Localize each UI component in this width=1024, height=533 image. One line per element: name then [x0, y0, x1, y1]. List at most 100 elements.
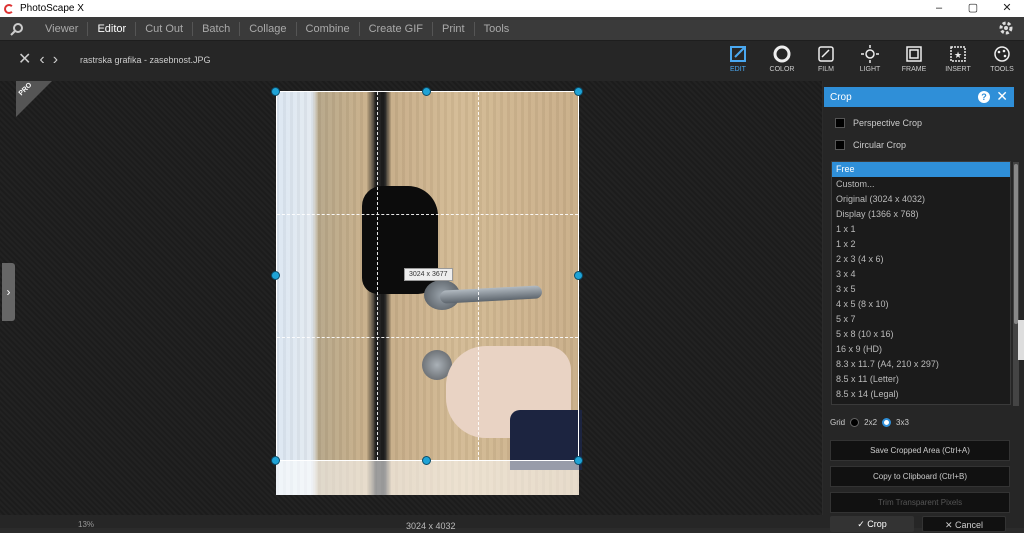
prev-arrow-icon[interactable]: ‹ — [39, 52, 44, 68]
crop-handle-left[interactable] — [271, 271, 280, 280]
status-bar: 13% 3024 x 4032 — [0, 515, 823, 531]
crop-grid-line — [478, 92, 479, 460]
close-icon[interactable]: ✕ — [18, 52, 31, 68]
tool-color[interactable]: COLOR — [760, 43, 804, 79]
crop-ratio-list[interactable]: Free Custom... Original (3024 x 4032) Di… — [831, 161, 1019, 406]
crop-grid-line — [277, 337, 578, 338]
menu-batch[interactable]: Batch — [192, 21, 239, 36]
crop-handle-bottom-right[interactable] — [574, 456, 583, 465]
tool-light[interactable]: LIGHT — [848, 43, 892, 79]
ratio-item[interactable]: 16 x 9 (HD) — [832, 342, 1010, 357]
ratio-item[interactable]: 5 x 8 (10 x 16) — [832, 327, 1010, 342]
checkbox-box — [835, 140, 845, 150]
edit-icon — [730, 46, 746, 62]
grid-2x2-radio[interactable] — [850, 418, 860, 427]
grid-2x2-label: 2x2 — [864, 418, 878, 427]
ratio-item[interactable]: 1 x 1 — [832, 222, 1010, 237]
ratio-item[interactable]: Original (3024 x 4032) — [832, 192, 1010, 207]
menu-collage[interactable]: Collage — [239, 21, 295, 36]
color-icon — [773, 45, 791, 63]
ratio-item[interactable]: 3 x 5 — [832, 282, 1010, 297]
ratio-item[interactable]: 8.5 x 11 (Letter) — [832, 372, 1010, 387]
tool-frame-label: FRAME — [901, 66, 927, 73]
grid-3x3-label: 3x3 — [896, 418, 909, 427]
film-icon — [818, 46, 834, 62]
ratio-item[interactable]: Custom... — [832, 177, 1010, 192]
crop-handle-right[interactable] — [574, 271, 583, 280]
ratio-item[interactable]: 2 x 3 (4 x 6) — [832, 252, 1010, 267]
crop-cancel-button[interactable]: ✕ Cancel — [922, 516, 1006, 532]
ratio-item[interactable]: 5 x 7 — [832, 312, 1010, 327]
pro-badge — [16, 81, 52, 117]
tool-tools[interactable]: TOOLS — [980, 43, 1024, 79]
close-panel-icon[interactable]: ✕ — [996, 88, 1008, 105]
grid-label: Grid — [830, 418, 846, 427]
tool-film[interactable]: FILM — [804, 43, 848, 79]
ratio-list-scrollbar[interactable] — [1013, 162, 1019, 406]
crop-grid-line — [377, 92, 378, 460]
tool-insert-label: INSERT — [945, 66, 971, 73]
menu-cut-out[interactable]: Cut Out — [135, 21, 192, 36]
tool-insert[interactable]: ★ INSERT — [936, 43, 980, 79]
tool-edit[interactable]: EDIT — [716, 43, 760, 79]
ratio-item[interactable]: 3 x 4 — [832, 267, 1010, 282]
tools-icon — [994, 46, 1010, 62]
circular-crop-checkbox[interactable]: Circular Crop — [835, 140, 906, 150]
help-icon[interactable]: ? — [978, 91, 990, 103]
scrollbar-thumb[interactable] — [1014, 164, 1018, 324]
ratio-item[interactable]: 8.5 x 14 (Legal) — [832, 387, 1010, 402]
minimize-button[interactable]: – — [922, 0, 956, 17]
file-name: rastrska grafika - zasebnost.JPG — [80, 55, 211, 65]
restore-button[interactable]: ▢ — [956, 0, 990, 17]
copy-to-clipboard-button[interactable]: Copy to Clipboard (Ctrl+B) — [830, 466, 1010, 487]
menu-print[interactable]: Print — [431, 21, 474, 36]
crop-apply-button[interactable]: ✓ Crop — [830, 516, 914, 532]
tool-edit-label: EDIT — [730, 66, 746, 73]
tool-light-label: LIGHT — [859, 66, 881, 73]
perspective-crop-checkbox[interactable]: Perspective Crop — [835, 118, 922, 128]
frame-icon — [906, 46, 922, 62]
ratio-item-free[interactable]: Free — [832, 162, 1010, 177]
tool-frame[interactable]: FRAME — [892, 43, 936, 79]
settings-gear-icon[interactable] — [998, 20, 1014, 39]
light-icon — [861, 45, 879, 63]
menu-create-gif[interactable]: Create GIF — [358, 21, 432, 36]
menu-tools[interactable]: Tools — [473, 21, 519, 36]
save-cropped-area-button[interactable]: Save Cropped Area (Ctrl+A) — [830, 440, 1010, 461]
circular-crop-label: Circular Crop — [853, 140, 907, 150]
grid-options: Grid 2x2 3x3 — [830, 418, 909, 427]
menu-viewer[interactable]: Viewer — [36, 22, 87, 36]
image-dimensions: 3024 x 4032 — [406, 521, 456, 531]
crop-handle-top[interactable] — [422, 87, 431, 96]
ratio-item[interactable]: 8.3 x 11.7 (A4, 210 x 297) — [832, 357, 1010, 372]
crop-handle-bottom[interactable] — [422, 456, 431, 465]
next-arrow-icon[interactable]: › — [53, 52, 58, 68]
ratio-item[interactable]: 4 x 5 (8 x 10) — [832, 297, 1010, 312]
insert-icon: ★ — [950, 46, 966, 62]
window-edge-scrollbar[interactable] — [1018, 320, 1024, 360]
close-window-button[interactable]: ✕ — [990, 0, 1024, 17]
crop-handle-top-right[interactable] — [574, 87, 583, 96]
app-logo-icon — [4, 3, 14, 14]
crop-handle-bottom-left[interactable] — [271, 456, 280, 465]
svg-text:★: ★ — [954, 51, 962, 61]
trim-transparent-pixels-button[interactable]: Trim Transparent Pixels — [830, 492, 1010, 513]
main-menu: Viewer Editor Cut Out Batch Collage Comb… — [0, 17, 1024, 41]
crop-handle-top-left[interactable] — [271, 87, 280, 96]
title-bar: PhotoScape X – ▢ ✕ — [0, 0, 1024, 17]
crop-panel: Crop ? ✕ Perspective Crop Circular Crop … — [823, 81, 1024, 528]
ratio-item[interactable]: Display (1366 x 768) — [832, 207, 1010, 222]
menu-combine[interactable]: Combine — [295, 21, 359, 36]
expand-left-panel-button[interactable]: › — [2, 263, 15, 321]
grid-3x3-radio[interactable] — [882, 418, 892, 427]
crop-panel-header: Crop ? ✕ — [824, 87, 1014, 107]
tool-color-label: COLOR — [769, 66, 795, 73]
perspective-crop-label: Perspective Crop — [853, 118, 923, 128]
ratio-item[interactable]: 1 x 2 — [832, 237, 1010, 252]
tool-tools-label: TOOLS — [990, 66, 1014, 73]
home-icon[interactable] — [8, 20, 26, 38]
menu-editor[interactable]: Editor — [87, 21, 135, 36]
crop-panel-title: Crop — [830, 91, 852, 103]
editor-toolbar: ✕ ‹ › rastrska grafika - zasebnost.JPG E… — [0, 41, 1024, 81]
cropped-out-area — [276, 461, 579, 495]
